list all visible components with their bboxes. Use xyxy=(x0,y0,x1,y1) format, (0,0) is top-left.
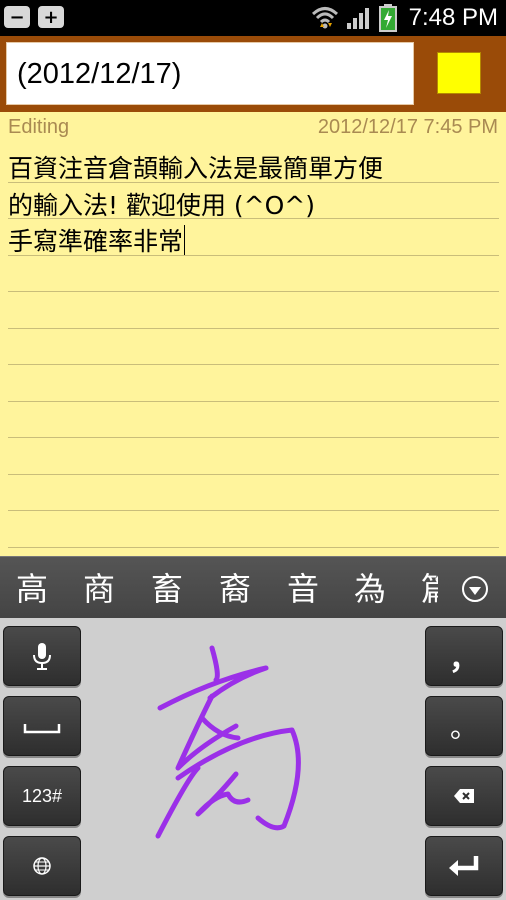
status-bar: − + 7:48 PM xyxy=(0,0,506,36)
edit-status: Editing xyxy=(8,116,70,138)
title-bar: (2012/12/17) xyxy=(0,36,506,112)
note-meta: Editing 2012/12/17 7:45 PM xyxy=(0,112,506,144)
candidate-item[interactable]: 篇 xyxy=(421,569,438,609)
note-line-current: 手寫準確率非常 xyxy=(8,224,498,261)
rule-line xyxy=(8,328,499,329)
space-icon xyxy=(23,724,61,734)
minus-icon: − xyxy=(4,6,30,28)
language-key[interactable] xyxy=(3,836,81,896)
handwriting-pad[interactable] xyxy=(88,618,418,900)
system-icons: 7:48 PM xyxy=(311,4,498,32)
note-body[interactable]: 百資注音倉頡輸入法是最簡單方便 的輸入法! 歡迎使用 (^O^) 手寫準確率非常 xyxy=(8,151,498,261)
candidate-item[interactable]: 畜 xyxy=(151,569,183,609)
clock: 7:48 PM xyxy=(408,4,498,31)
chevron-down-circle-icon[interactable] xyxy=(462,576,488,602)
rule-line xyxy=(8,401,499,402)
note-line: 百資注音倉頡輸入法是最簡單方便 xyxy=(8,154,384,183)
comma-key[interactable]: ， xyxy=(425,626,503,686)
globe-icon xyxy=(33,857,51,875)
candidate-item[interactable]: 高 xyxy=(16,569,48,609)
voice-input-button[interactable] xyxy=(3,626,81,686)
enter-icon xyxy=(449,856,479,876)
backspace-key[interactable] xyxy=(425,766,503,826)
rule-line xyxy=(8,474,499,475)
rule-line xyxy=(8,364,499,365)
period-key[interactable]: 。 xyxy=(425,696,503,756)
candidate-item[interactable]: 音 xyxy=(287,569,319,609)
note-line: 的輸入法! 歡迎使用 (^O^) xyxy=(8,190,315,220)
note-editor[interactable]: Editing 2012/12/17 7:45 PM 百資注音倉頡輸入法是最簡單… xyxy=(0,112,506,556)
plus-icon: + xyxy=(38,6,64,28)
candidate-item[interactable]: 商 xyxy=(83,569,115,609)
numeric-mode-key[interactable]: 123# xyxy=(3,766,81,826)
rule-line xyxy=(8,437,499,438)
note-line: 手寫準確率非常 xyxy=(8,227,184,256)
rule-line xyxy=(8,547,499,548)
text-cursor xyxy=(184,225,186,255)
note-color-button[interactable] xyxy=(437,52,481,94)
battery-charging-icon xyxy=(378,4,397,32)
candidate-bar: 高 商 畜 裔 音 為 篇 xyxy=(0,556,506,618)
rule-line xyxy=(8,510,499,511)
handwriting-stroke xyxy=(155,645,301,839)
handwriting-keyboard: 123# ， 。 xyxy=(0,618,506,900)
candidate-item[interactable]: 為 xyxy=(354,569,386,609)
space-key[interactable] xyxy=(3,696,81,756)
wifi-icon xyxy=(311,7,338,29)
note-title-input[interactable]: (2012/12/17) xyxy=(6,42,414,105)
candidate-item[interactable]: 裔 xyxy=(219,569,251,609)
signal-icon xyxy=(346,8,369,29)
notification-icons: − + xyxy=(4,6,64,28)
enter-key[interactable] xyxy=(425,836,503,896)
note-timestamp: 2012/12/17 7:45 PM xyxy=(317,116,498,138)
backspace-icon xyxy=(454,789,474,803)
microphone-icon xyxy=(33,643,51,670)
rule-line xyxy=(8,291,499,292)
